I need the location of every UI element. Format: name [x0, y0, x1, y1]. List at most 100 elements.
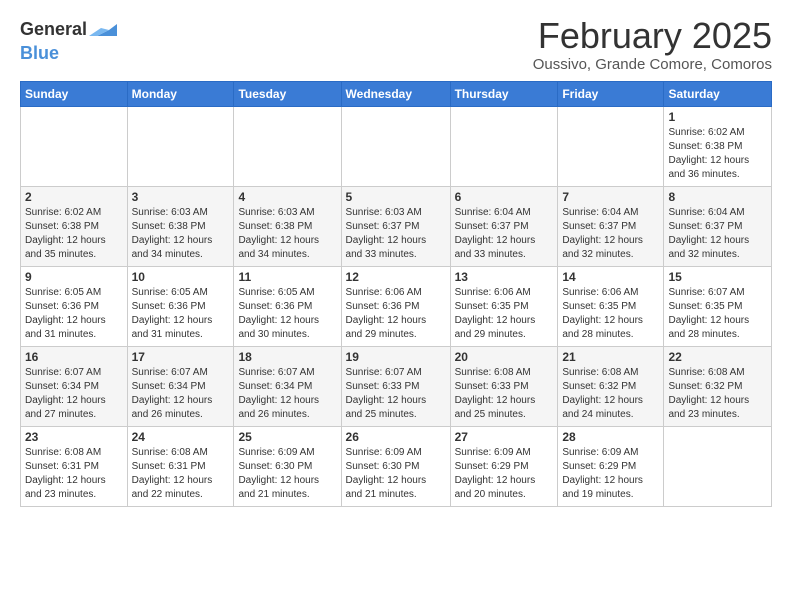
weekday-header-monday: Monday [127, 81, 234, 106]
calendar-cell-w4d6 [664, 426, 772, 506]
day-info: Sunrise: 6:02 AM Sunset: 6:38 PM Dayligh… [668, 126, 767, 182]
weekday-header-friday: Friday [558, 81, 664, 106]
calendar-cell-w3d2: 18Sunrise: 6:07 AM Sunset: 6:34 PM Dayli… [234, 346, 341, 426]
day-number: 24 [132, 430, 230, 444]
weekday-header-saturday: Saturday [664, 81, 772, 106]
logo-icon [89, 16, 117, 44]
day-info: Sunrise: 6:07 AM Sunset: 6:34 PM Dayligh… [132, 366, 230, 422]
page: General Blue February 2025 Oussivo, Gran… [0, 0, 792, 517]
day-info: Sunrise: 6:07 AM Sunset: 6:33 PM Dayligh… [346, 366, 446, 422]
calendar-cell-w0d3 [341, 106, 450, 186]
calendar-week-4: 23 Sunrise: 6:08 AM Sunset: 6:31 PM Dayli… [21, 426, 772, 506]
day-info: Sunrise: 6:03 AM Sunset: 6:38 PM Dayligh… [132, 206, 230, 262]
day-number: 26 [346, 430, 446, 444]
day-number: 9 [25, 270, 123, 284]
calendar-cell-w0d5 [558, 106, 664, 186]
calendar-cell-w4d3: 26 Sunrise: 6:09 AM Sunset: 6:30 PM Dayli… [341, 426, 450, 506]
weekday-header-tuesday: Tuesday [234, 81, 341, 106]
day-number: 18 [238, 350, 336, 364]
calendar-cell-w3d5: 21Sunrise: 6:08 AM Sunset: 6:32 PM Dayli… [558, 346, 664, 426]
calendar-cell-w2d5: 14 Sunrise: 6:06 AM Sunset: 6:35 PM Dayli… [558, 266, 664, 346]
weekday-header-wednesday: Wednesday [341, 81, 450, 106]
calendar-week-2: 9 Sunrise: 6:05 AM Sunset: 6:36 PM Daylig… [21, 266, 772, 346]
calendar-cell-w1d1: 3 Sunrise: 6:03 AM Sunset: 6:38 PM Daylig… [127, 186, 234, 266]
day-number: 11 [238, 270, 336, 284]
day-info: Sunrise: 6:08 AM Sunset: 6:32 PM Dayligh… [668, 366, 767, 422]
day-info: Sunrise: 6:05 AM Sunset: 6:36 PM Dayligh… [132, 286, 230, 342]
calendar-cell-w0d6: 1 Sunrise: 6:02 AM Sunset: 6:38 PM Daylig… [664, 106, 772, 186]
day-number: 1 [668, 110, 767, 124]
calendar-week-1: 2 Sunrise: 6:02 AM Sunset: 6:38 PM Daylig… [21, 186, 772, 266]
day-info: Sunrise: 6:02 AM Sunset: 6:38 PM Dayligh… [25, 206, 123, 262]
calendar-cell-w0d0 [21, 106, 128, 186]
day-info: Sunrise: 6:09 AM Sunset: 6:30 PM Dayligh… [346, 446, 446, 502]
main-title: February 2025 [533, 16, 772, 56]
day-number: 5 [346, 190, 446, 204]
calendar-cell-w0d2 [234, 106, 341, 186]
calendar-cell-w2d2: 11 Sunrise: 6:05 AM Sunset: 6:36 PM Dayli… [234, 266, 341, 346]
day-info: Sunrise: 6:09 AM Sunset: 6:29 PM Dayligh… [562, 446, 659, 502]
calendar: SundayMondayTuesdayWednesdayThursdayFrid… [20, 81, 772, 507]
day-number: 15 [668, 270, 767, 284]
day-number: 27 [455, 430, 554, 444]
day-info: Sunrise: 6:06 AM Sunset: 6:35 PM Dayligh… [455, 286, 554, 342]
day-number: 7 [562, 190, 659, 204]
day-number: 12 [346, 270, 446, 284]
day-info: Sunrise: 6:04 AM Sunset: 6:37 PM Dayligh… [668, 206, 767, 262]
day-number: 13 [455, 270, 554, 284]
calendar-cell-w0d1 [127, 106, 234, 186]
title-block: February 2025 Oussivo, Grande Comore, Co… [533, 16, 772, 73]
day-info: Sunrise: 6:08 AM Sunset: 6:33 PM Dayligh… [455, 366, 554, 422]
calendar-cell-w2d1: 10 Sunrise: 6:05 AM Sunset: 6:36 PM Dayli… [127, 266, 234, 346]
calendar-cell-w3d3: 19 Sunrise: 6:07 AM Sunset: 6:33 PM Dayli… [341, 346, 450, 426]
calendar-cell-w4d0: 23 Sunrise: 6:08 AM Sunset: 6:31 PM Dayli… [21, 426, 128, 506]
calendar-week-3: 16 Sunrise: 6:07 AM Sunset: 6:34 PM Dayli… [21, 346, 772, 426]
calendar-cell-w4d1: 24Sunrise: 6:08 AM Sunset: 6:31 PM Dayli… [127, 426, 234, 506]
day-number: 14 [562, 270, 659, 284]
day-number: 21 [562, 350, 659, 364]
day-number: 16 [25, 350, 123, 364]
weekday-header-sunday: Sunday [21, 81, 128, 106]
day-number: 20 [455, 350, 554, 364]
logo-text-general: General [20, 20, 87, 40]
day-number: 8 [668, 190, 767, 204]
day-info: Sunrise: 6:03 AM Sunset: 6:37 PM Dayligh… [346, 206, 446, 262]
calendar-cell-w2d0: 9Sunrise: 6:05 AM Sunset: 6:36 PM Daylig… [21, 266, 128, 346]
calendar-cell-w4d5: 28Sunrise: 6:09 AM Sunset: 6:29 PM Dayli… [558, 426, 664, 506]
day-number: 22 [668, 350, 767, 364]
day-info: Sunrise: 6:05 AM Sunset: 6:36 PM Dayligh… [238, 286, 336, 342]
day-info: Sunrise: 6:04 AM Sunset: 6:37 PM Dayligh… [455, 206, 554, 262]
day-info: Sunrise: 6:08 AM Sunset: 6:31 PM Dayligh… [25, 446, 123, 502]
calendar-cell-w0d4 [450, 106, 558, 186]
calendar-cell-w1d2: 4Sunrise: 6:03 AM Sunset: 6:38 PM Daylig… [234, 186, 341, 266]
day-number: 17 [132, 350, 230, 364]
calendar-cell-w3d6: 22 Sunrise: 6:08 AM Sunset: 6:32 PM Dayli… [664, 346, 772, 426]
day-info: Sunrise: 6:03 AM Sunset: 6:38 PM Dayligh… [238, 206, 336, 262]
day-number: 19 [346, 350, 446, 364]
day-info: Sunrise: 6:09 AM Sunset: 6:29 PM Dayligh… [455, 446, 554, 502]
calendar-cell-w3d4: 20 Sunrise: 6:08 AM Sunset: 6:33 PM Dayli… [450, 346, 558, 426]
calendar-cell-w2d6: 15 Sunrise: 6:07 AM Sunset: 6:35 PM Dayli… [664, 266, 772, 346]
calendar-cell-w2d4: 13 Sunrise: 6:06 AM Sunset: 6:35 PM Dayli… [450, 266, 558, 346]
calendar-cell-w3d0: 16 Sunrise: 6:07 AM Sunset: 6:34 PM Dayli… [21, 346, 128, 426]
day-number: 10 [132, 270, 230, 284]
logo-text-blue: Blue [20, 44, 117, 62]
calendar-cell-w1d5: 7 Sunrise: 6:04 AM Sunset: 6:37 PM Daylig… [558, 186, 664, 266]
day-info: Sunrise: 6:06 AM Sunset: 6:35 PM Dayligh… [562, 286, 659, 342]
calendar-cell-w1d6: 8 Sunrise: 6:04 AM Sunset: 6:37 PM Daylig… [664, 186, 772, 266]
weekday-header-thursday: Thursday [450, 81, 558, 106]
day-info: Sunrise: 6:09 AM Sunset: 6:30 PM Dayligh… [238, 446, 336, 502]
day-info: Sunrise: 6:07 AM Sunset: 6:35 PM Dayligh… [668, 286, 767, 342]
day-info: Sunrise: 6:07 AM Sunset: 6:34 PM Dayligh… [25, 366, 123, 422]
day-number: 23 [25, 430, 123, 444]
day-info: Sunrise: 6:06 AM Sunset: 6:36 PM Dayligh… [346, 286, 446, 342]
day-number: 6 [455, 190, 554, 204]
calendar-cell-w4d2: 25Sunrise: 6:09 AM Sunset: 6:30 PM Dayli… [234, 426, 341, 506]
calendar-cell-w1d4: 6 Sunrise: 6:04 AM Sunset: 6:37 PM Daylig… [450, 186, 558, 266]
calendar-cell-w2d3: 12 Sunrise: 6:06 AM Sunset: 6:36 PM Dayli… [341, 266, 450, 346]
calendar-cell-w1d3: 5 Sunrise: 6:03 AM Sunset: 6:37 PM Daylig… [341, 186, 450, 266]
calendar-header-row: SundayMondayTuesdayWednesdayThursdayFrid… [21, 81, 772, 106]
day-number: 2 [25, 190, 123, 204]
day-number: 3 [132, 190, 230, 204]
day-info: Sunrise: 6:04 AM Sunset: 6:37 PM Dayligh… [562, 206, 659, 262]
